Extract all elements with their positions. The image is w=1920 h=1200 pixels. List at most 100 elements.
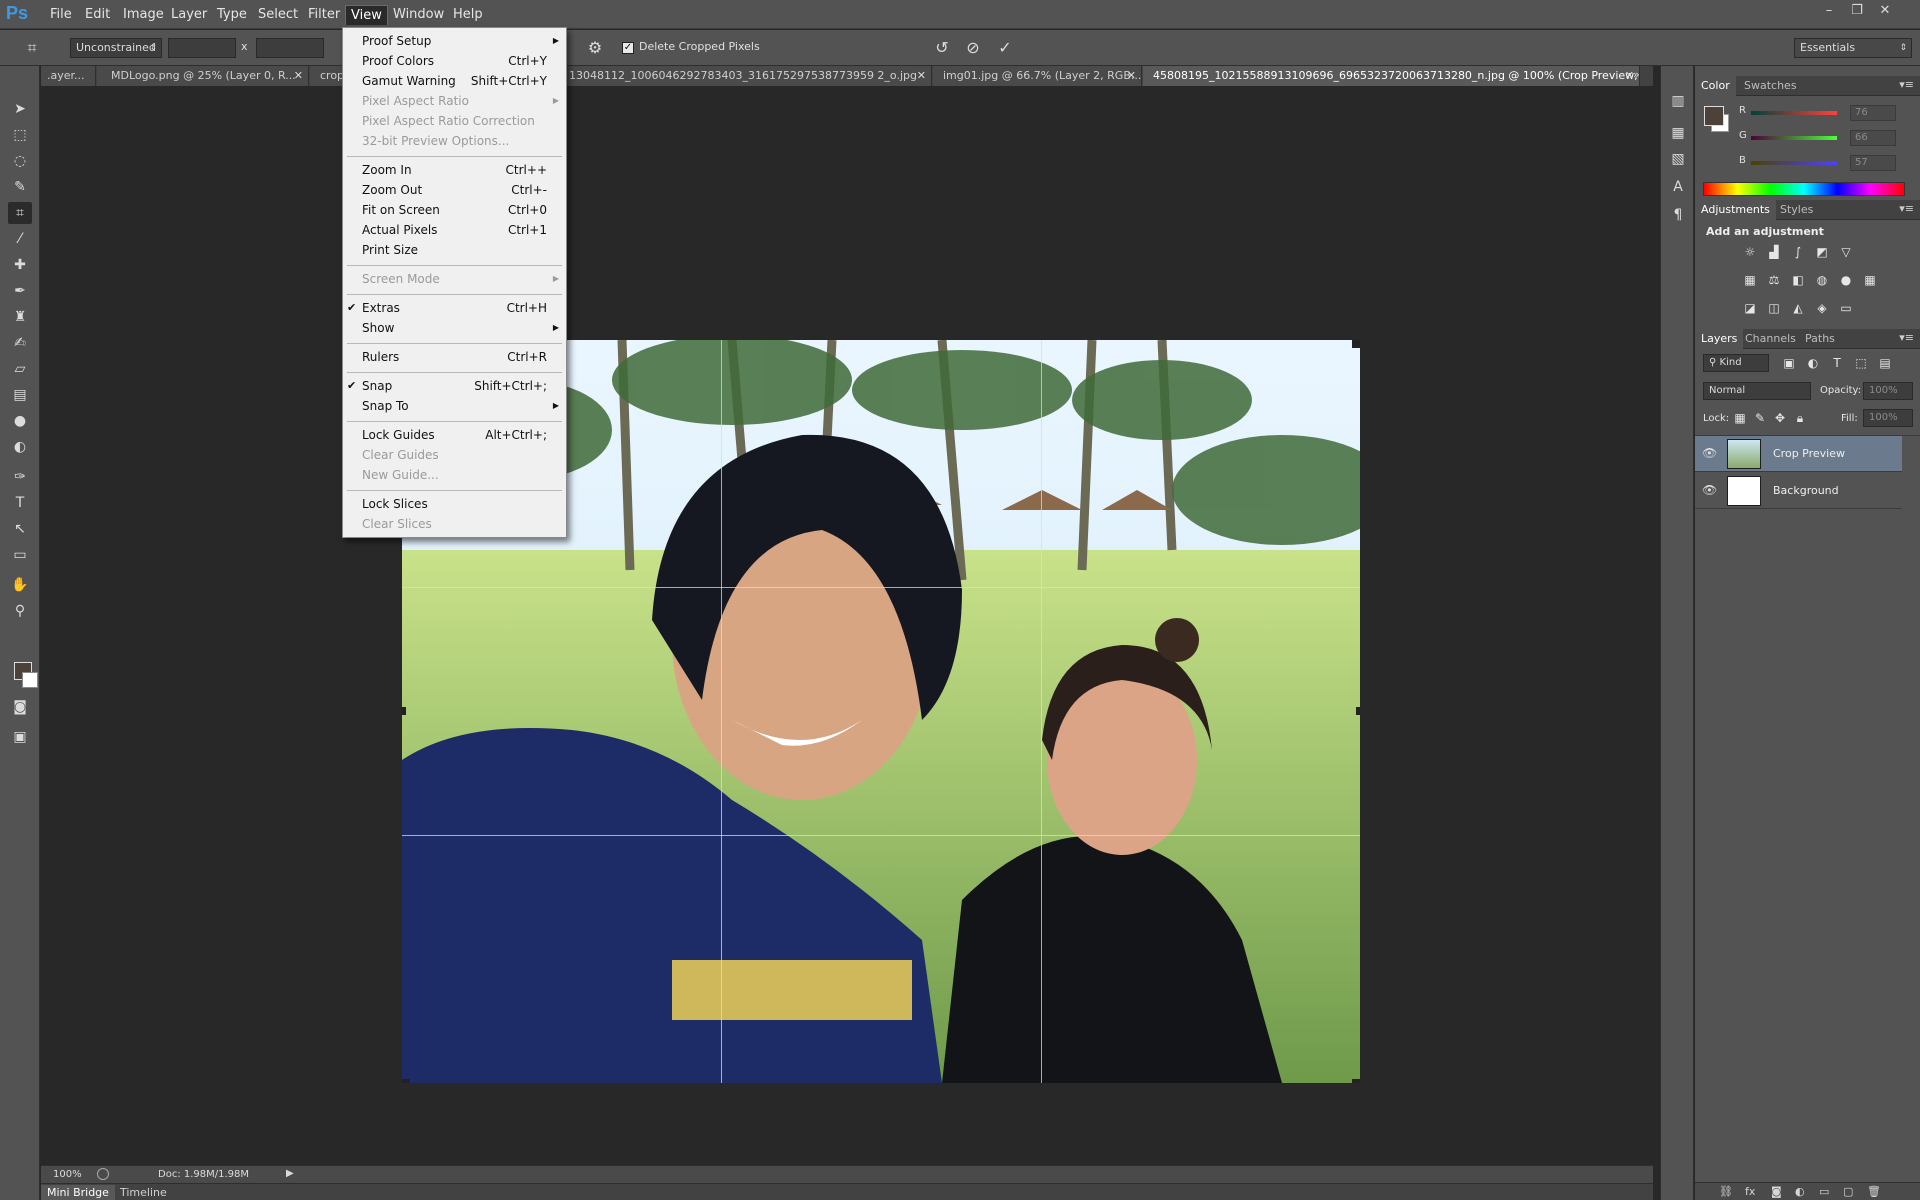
menu-item-proof-setup[interactable]: Proof Setup ▶ bbox=[343, 32, 566, 50]
brush-tool-icon[interactable]: ✒ bbox=[8, 280, 32, 302]
levels-icon[interactable]: ▟ bbox=[1765, 243, 1783, 261]
menu-item-gamut-warning[interactable]: Gamut Warning Shift+Ctrl+Y bbox=[343, 72, 566, 90]
channel-mixer-icon[interactable]: ● bbox=[1837, 271, 1855, 289]
menu-item-zoom-out[interactable]: Zoom Out Ctrl+- bbox=[343, 181, 566, 199]
menu-item-fit-on-screen[interactable]: Fit on Screen Ctrl+0 bbox=[343, 201, 566, 219]
doc-tab-active[interactable]: 45808195_10215588913109696_6965323720063… bbox=[1143, 66, 1640, 86]
new-layer-icon[interactable]: ▢ bbox=[1843, 1185, 1853, 1198]
crop-height-input[interactable] bbox=[256, 38, 324, 58]
dodge-tool-icon[interactable]: ◐ bbox=[8, 436, 32, 458]
tab-layers[interactable]: Layers bbox=[1695, 329, 1744, 349]
filter-type-icon[interactable]: T bbox=[1828, 354, 1846, 372]
gear-icon[interactable]: ⚙ bbox=[583, 36, 607, 60]
slider-value-b[interactable]: 57 bbox=[1850, 155, 1896, 171]
tab-channels[interactable]: Channels bbox=[1739, 329, 1802, 349]
doc-tab[interactable]: 13048112_1006046292783403_31617529753877… bbox=[567, 66, 932, 86]
healing-brush-tool-icon[interactable]: ✚ bbox=[8, 254, 32, 276]
menu-item-extras[interactable]: ✔ Extras Ctrl+H bbox=[343, 299, 566, 317]
canvas-area[interactable] bbox=[41, 86, 1653, 1165]
menu-item-show[interactable]: Show ▶ bbox=[343, 319, 566, 337]
slider-track[interactable] bbox=[1751, 111, 1837, 115]
selective-color-icon[interactable]: ◈ bbox=[1813, 299, 1831, 317]
move-tool-icon[interactable]: ➤ bbox=[8, 98, 32, 120]
lock-transparency-icon[interactable]: ▦ bbox=[1731, 409, 1749, 427]
lock-position-icon[interactable]: ✥ bbox=[1771, 409, 1789, 427]
opacity-input[interactable]: 100% bbox=[1863, 382, 1913, 400]
crop-handle-right[interactable] bbox=[1356, 707, 1360, 715]
close-icon[interactable]: ✕ bbox=[1874, 2, 1896, 20]
cancel-crop-icon[interactable]: ⊘ bbox=[961, 36, 985, 60]
menu-edit[interactable]: Edit bbox=[80, 5, 115, 25]
doc-tab[interactable]: .ayer... bbox=[41, 66, 96, 86]
rectangle-tool-icon[interactable]: ▭ bbox=[8, 544, 32, 566]
color-lookup-icon[interactable]: ▦ bbox=[1861, 271, 1879, 289]
posterize-icon[interactable]: ◫ bbox=[1765, 299, 1783, 317]
pen-tool-icon[interactable]: ✑ bbox=[8, 466, 32, 488]
crop-handle-top-right[interactable] bbox=[1352, 340, 1360, 348]
workspace-select[interactable]: Essentials ⇕ bbox=[1794, 38, 1912, 58]
menu-item-snap[interactable]: ✔ Snap Shift+Ctrl+; bbox=[343, 377, 566, 395]
tab-adjustments[interactable]: Adjustments bbox=[1695, 200, 1776, 220]
link-layers-icon[interactable]: ⛓ bbox=[1719, 1185, 1733, 1198]
panel-menu-icon[interactable]: ▾≡ bbox=[1899, 78, 1914, 91]
color-balance-icon[interactable]: ⚖ bbox=[1765, 271, 1783, 289]
eyedropper-tool-icon[interactable]: ⁄ bbox=[8, 228, 32, 250]
close-icon[interactable]: ✕ bbox=[917, 66, 926, 86]
menu-layer[interactable]: Layer bbox=[166, 5, 212, 25]
actions-icon[interactable]: ▧ bbox=[1667, 148, 1689, 170]
blend-mode-select[interactable]: Normal bbox=[1703, 382, 1811, 400]
filter-adjustment-icon[interactable]: ◐ bbox=[1804, 354, 1822, 372]
history-icon[interactable]: ▥ bbox=[1667, 90, 1689, 112]
zoom-level[interactable]: 100% bbox=[53, 1169, 82, 1180]
menu-filter[interactable]: Filter bbox=[303, 5, 345, 25]
add-mask-icon[interactable]: ◙ bbox=[1771, 1185, 1782, 1198]
minimize-icon[interactable]: – bbox=[1818, 2, 1840, 20]
fx-icon[interactable]: fx bbox=[1745, 1185, 1755, 1198]
layer-row-crop-preview[interactable]: 👁︎ Crop Preview bbox=[1695, 436, 1902, 472]
gradient-map-icon[interactable]: ▭ bbox=[1837, 299, 1855, 317]
crop-tool-preset-icon[interactable]: ⌗ bbox=[20, 36, 44, 60]
tab-timeline[interactable]: Timeline bbox=[114, 1185, 173, 1200]
marquee-tool-icon[interactable]: ⬚ bbox=[8, 124, 32, 146]
color-ramp[interactable] bbox=[1703, 182, 1905, 196]
play-arrow-icon[interactable]: ▶ bbox=[286, 1168, 294, 1179]
filter-pixel-icon[interactable]: ▣ bbox=[1780, 354, 1798, 372]
lasso-tool-icon[interactable]: ◌ bbox=[8, 150, 32, 172]
menu-window[interactable]: Window bbox=[388, 5, 449, 25]
crop-ratio-select[interactable]: Unconstrained ⇕ bbox=[70, 38, 162, 58]
zoom-tool-icon[interactable]: ⚲ bbox=[8, 600, 32, 622]
black-white-icon[interactable]: ◧ bbox=[1789, 271, 1807, 289]
filter-shape-icon[interactable]: ⬚ bbox=[1852, 354, 1870, 372]
eraser-tool-icon[interactable]: ▱ bbox=[8, 358, 32, 380]
paragraph-icon[interactable]: ¶ bbox=[1667, 204, 1689, 226]
crop-tool-icon[interactable]: ⌗ bbox=[8, 202, 32, 224]
lock-pixels-icon[interactable]: ✎ bbox=[1751, 409, 1769, 427]
share-icon[interactable] bbox=[97, 1168, 109, 1180]
brightness-icon[interactable]: ☼ bbox=[1741, 243, 1759, 261]
invert-icon[interactable]: ◪ bbox=[1741, 299, 1759, 317]
clone-stamp-tool-icon[interactable]: ♜ bbox=[8, 306, 32, 328]
delete-cropped-checkbox[interactable]: ✓ bbox=[622, 42, 634, 54]
history-brush-tool-icon[interactable]: ✍ bbox=[8, 332, 32, 354]
menu-select[interactable]: Select bbox=[253, 5, 303, 25]
character-icon[interactable]: A bbox=[1667, 176, 1689, 198]
tab-color[interactable]: Color bbox=[1695, 76, 1736, 96]
quick-mask-icon[interactable]: ◙ bbox=[8, 696, 32, 718]
tab-mini-bridge[interactable]: Mini Bridge bbox=[41, 1185, 115, 1200]
reset-icon[interactable]: ↺ bbox=[930, 36, 954, 60]
crop-handle-left[interactable] bbox=[402, 707, 406, 715]
path-selection-tool-icon[interactable]: ↖ bbox=[8, 518, 32, 540]
layer-row-background[interactable]: 👁︎ Background bbox=[1695, 473, 1902, 509]
close-icon[interactable]: ✕ bbox=[1127, 66, 1136, 86]
crop-handle-bottom-right[interactable] bbox=[1352, 1079, 1360, 1083]
menu-view[interactable]: View bbox=[345, 5, 388, 25]
tab-styles[interactable]: Styles bbox=[1774, 200, 1819, 220]
menu-item-proof-colors[interactable]: Proof Colors Ctrl+Y bbox=[343, 52, 566, 70]
layer-filter-kind-select[interactable]: ⚲ Kind bbox=[1703, 354, 1769, 372]
menu-item-zoom-in[interactable]: Zoom In Ctrl++ bbox=[343, 161, 566, 179]
screen-mode-icon[interactable]: ▣ bbox=[8, 726, 32, 748]
menu-item-lock-guides[interactable]: Lock Guides Alt+Ctrl+; bbox=[343, 426, 566, 444]
slider-track[interactable] bbox=[1751, 136, 1837, 140]
curves-icon[interactable]: ∫ bbox=[1789, 243, 1807, 261]
menu-image[interactable]: Image bbox=[118, 5, 169, 25]
